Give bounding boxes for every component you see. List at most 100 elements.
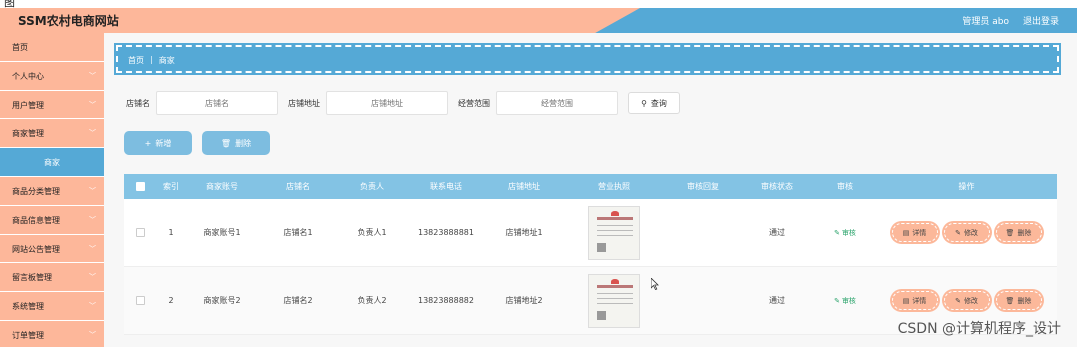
add-button[interactable]: + 新增 <box>126 133 190 153</box>
shop-address-input[interactable] <box>326 91 448 115</box>
header-reply: 审核回复 <box>687 182 719 191</box>
cell-index: 1 <box>168 228 174 237</box>
breadcrumb-separator: | <box>150 55 153 64</box>
detail-button[interactable]: ▤ 详情 <box>891 291 938 310</box>
header-audit: 审核 <box>837 182 853 191</box>
breadcrumb-home[interactable]: 首页 <box>128 55 144 65</box>
row-checkbox[interactable] <box>135 296 145 305</box>
cell-account: 商家账号2 <box>203 296 241 305</box>
detail-button[interactable]: ▤ 详情 <box>891 223 938 242</box>
add-button-label: 新增 <box>155 138 172 148</box>
edit-button[interactable]: ✎ 修改 <box>943 223 990 242</box>
sidebar-item-label: 留言板管理 <box>12 273 52 283</box>
sidebar-item-home[interactable]: 首页 <box>0 33 104 62</box>
sidebar-item-label: 商家 <box>44 158 60 168</box>
logout-link[interactable]: 退出登录 <box>1023 14 1059 27</box>
search-icon: ⚲ <box>641 98 647 108</box>
cell-status: 通过 <box>769 228 785 237</box>
sidebar-item-notices[interactable]: 网站公告管理 ﹀ <box>0 235 104 264</box>
cell-index: 2 <box>168 296 174 305</box>
audit-link[interactable]: ✎ 审核 <box>814 228 876 238</box>
cell-owner: 负责人1 <box>357 228 387 237</box>
chevron-down-icon: ﹀ <box>89 129 96 138</box>
header-license: 营业执照 <box>598 182 630 191</box>
shop-name-input[interactable] <box>156 91 278 115</box>
document-icon: ▤ <box>902 228 910 237</box>
sidebar-item-label: 用户管理 <box>12 100 44 110</box>
admin-label: 管理员 abo <box>962 17 1009 27</box>
trash-icon: 🗑 <box>1005 296 1015 305</box>
sidebar-item-label: 商家管理 <box>12 129 44 139</box>
sidebar-item-label: 商品分类管理 <box>12 186 60 196</box>
cell-address: 店铺地址1 <box>505 228 543 237</box>
sidebar-subitem-merchant[interactable]: 商家 <box>0 148 104 177</box>
header-phone: 联系电话 <box>430 182 462 191</box>
table-row: 1 商家账号1 店铺名1 负责人1 13823888881 店铺地址1 通过 ✎… <box>124 199 1057 267</box>
cell-owner: 负责人2 <box>357 296 387 305</box>
select-all-checkbox[interactable] <box>135 182 145 191</box>
license-image[interactable] <box>588 205 640 260</box>
sidebar-item-label: 首页 <box>12 43 28 52</box>
edit-icon: ✎ <box>834 296 840 305</box>
sidebar-item-system[interactable]: 系统管理 ﹀ <box>0 292 104 321</box>
shop-name-label: 店铺名 <box>126 98 150 108</box>
query-button-label: 查询 <box>650 98 667 108</box>
header-shop-name: 店铺名 <box>286 182 310 191</box>
delete-button-label: 删除 <box>235 138 252 148</box>
delete-button[interactable]: 🗑 删除 <box>995 291 1042 310</box>
chevron-down-icon: ﹀ <box>89 273 96 282</box>
sidebar-item-label: 商品信息管理 <box>12 215 60 225</box>
detail-label: 详情 <box>912 228 927 237</box>
cell-address: 店铺地址2 <box>505 296 543 305</box>
table-header: 索引 商家账号 店铺名 负责人 联系电话 店铺地址 营业执照 审核回复 审核状态… <box>124 174 1057 199</box>
plus-icon: + <box>144 138 152 148</box>
chevron-down-icon: ﹀ <box>89 71 96 80</box>
row-checkbox-cell <box>124 296 156 305</box>
edit-label: 修改 <box>963 296 978 305</box>
sidebar-item-orders[interactable]: 订单管理 ﹀ <box>0 321 104 347</box>
cell-audit: ✎ 审核 <box>814 296 876 306</box>
row-checkbox[interactable] <box>135 228 145 237</box>
chevron-down-icon: ﹀ <box>89 244 96 253</box>
trash-icon: 🗑 <box>220 138 232 148</box>
row-checkbox-cell <box>124 228 156 237</box>
chevron-down-icon: ﹀ <box>89 186 96 195</box>
scope-input[interactable] <box>496 91 618 115</box>
caption-strip: 图 <box>0 0 1077 8</box>
sidebar-item-label: 订单管理 <box>12 330 44 340</box>
chevron-down-icon: ﹀ <box>89 215 96 224</box>
chevron-down-icon: ﹀ <box>89 100 96 109</box>
sidebar-item-profile[interactable]: 个人中心 ﹀ <box>0 62 104 91</box>
header-user-area: 管理员 abo 退出登录 <box>962 14 1059 27</box>
detail-label: 详情 <box>912 296 927 305</box>
sidebar-item-merchants[interactable]: 商家管理 ﹀ <box>0 119 104 149</box>
chevron-down-icon: ﹀ <box>89 330 96 339</box>
breadcrumb: 首页 | 商家 <box>114 43 1061 75</box>
audit-link-label: 审核 <box>841 296 856 305</box>
header-address: 店铺地址 <box>508 182 540 191</box>
audit-link[interactable]: ✎ 审核 <box>814 296 876 306</box>
delete-button[interactable]: 🗑 删除 <box>995 223 1042 242</box>
edit-icon: ✎ <box>955 228 961 237</box>
sidebar-item-messages[interactable]: 留言板管理 ﹀ <box>0 263 104 293</box>
edit-button[interactable]: ✎ 修改 <box>943 291 990 310</box>
sidebar-item-products[interactable]: 商品信息管理 ﹀ <box>0 206 104 235</box>
cell-status: 通过 <box>769 296 785 305</box>
main-content: 首页 | 商家 店铺名 店铺地址 经营范围 ⚲ 查询 + 新增 🗑 删除 索引 … <box>104 33 1077 347</box>
sidebar-item-categories[interactable]: 商品分类管理 ﹀ <box>0 177 104 206</box>
merchant-table: 索引 商家账号 店铺名 负责人 联系电话 店铺地址 营业执照 审核回复 审核状态… <box>124 174 1057 335</box>
cell-ops: ▤ 详情 ✎ 修改 🗑 删除 <box>876 223 1057 242</box>
edit-icon: ✎ <box>955 296 961 305</box>
query-button[interactable]: ⚲ 查询 <box>628 92 680 114</box>
cell-ops: ▤ 详情 ✎ 修改 🗑 删除 <box>876 291 1057 310</box>
caption-text: 图 <box>4 0 15 8</box>
watermark: CSDN @计算机程序_设计 <box>897 321 1061 337</box>
header-owner: 负责人 <box>360 182 384 191</box>
license-image[interactable] <box>588 273 640 328</box>
cell-account: 商家账号1 <box>203 228 241 237</box>
top-header: SSM农村电商网站 管理员 abo 退出登录 <box>0 8 1077 33</box>
cell-license <box>562 205 666 260</box>
audit-link-label: 审核 <box>841 228 856 237</box>
sidebar-item-users[interactable]: 用户管理 ﹀ <box>0 91 104 120</box>
bulk-delete-button[interactable]: 🗑 删除 <box>204 133 268 153</box>
